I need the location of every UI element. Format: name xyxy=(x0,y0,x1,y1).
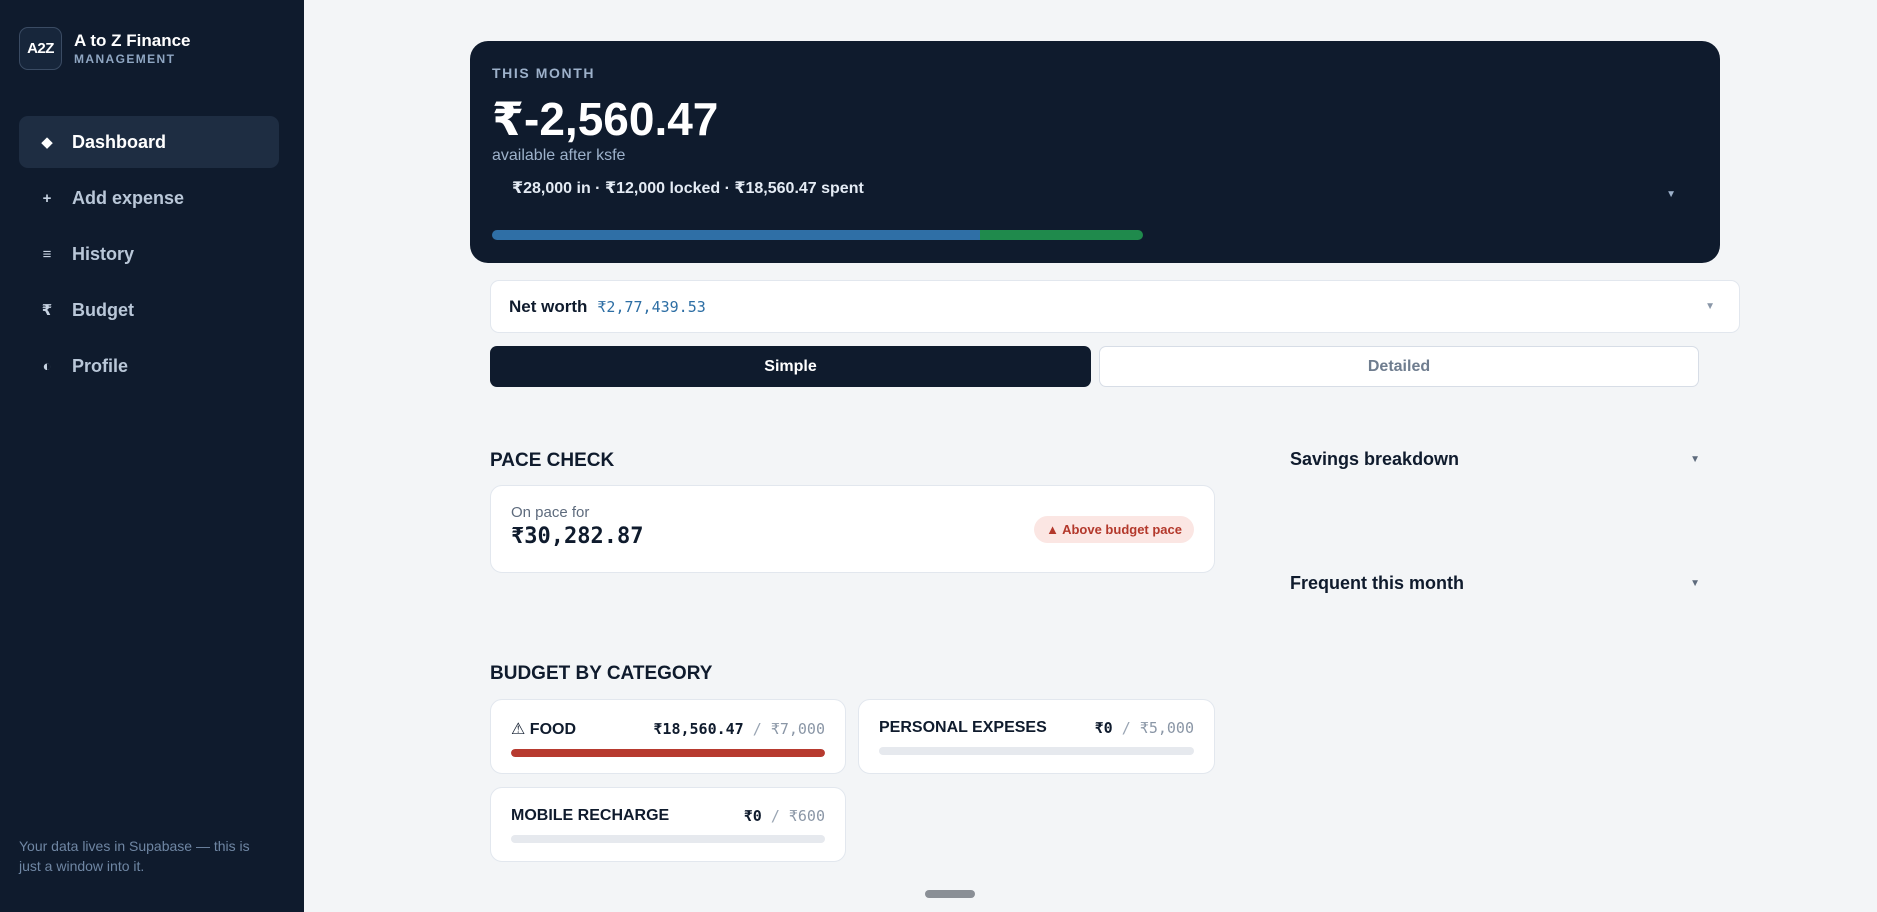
progress-locked-segment xyxy=(492,230,981,240)
budget-category-title: BUDGET BY CATEGORY xyxy=(490,663,713,684)
nav-item-budget[interactable]: ₹ Budget xyxy=(19,284,279,336)
progress-spent-segment xyxy=(980,230,1143,240)
pace-card: On pace for ₹30,282.87 ▲ Above budget pa… xyxy=(490,485,1215,573)
rupee-icon: ₹ xyxy=(41,302,53,319)
pace-check-title: PACE CHECK xyxy=(490,450,615,471)
budget-card-mobile-recharge[interactable]: MOBILE RECHARGE ₹0 / ₹600 xyxy=(490,787,846,862)
month-progress-bar xyxy=(492,230,1143,240)
category-spent: ₹0 xyxy=(1094,719,1113,737)
chevron-down-icon: ▼ xyxy=(1690,454,1700,465)
savings-breakdown-label: Savings breakdown xyxy=(1290,449,1460,469)
category-limit: ₹7,000 xyxy=(770,720,825,738)
brand[interactable]: A2Z A to Z Finance MANAGEMENT xyxy=(19,27,191,70)
category-name: ⚠ FOOD xyxy=(511,721,577,738)
sidebar-footer-note: Your data lives in Supabase — this is ju… xyxy=(19,838,250,874)
category-progress-fill xyxy=(511,749,825,757)
scroll-handle[interactable] xyxy=(925,890,975,898)
nav-item-label: History xyxy=(72,243,135,264)
nav-item-profile[interactable]: ◐ Profile xyxy=(19,340,279,392)
brand-logo: A2Z xyxy=(19,27,62,70)
category-amount: ₹18,560.47 / ₹7,000 xyxy=(653,720,825,738)
networth-label: Net worth xyxy=(509,296,588,316)
half-circle-icon: ◐ xyxy=(42,357,52,375)
networth-value: ₹2,77,439.53 xyxy=(597,297,706,316)
budget-card-personal-expenses[interactable]: PERSONAL EXPESES ₹0 / ₹5,000 xyxy=(858,699,1215,774)
list-icon: ≡ xyxy=(42,245,52,263)
plus-icon: + xyxy=(42,189,52,207)
chevron-down-icon: ▼ xyxy=(1690,578,1700,589)
budget-card-food[interactable]: ⚠ FOOD ₹18,560.47 / ₹7,000 xyxy=(490,699,846,774)
category-progress-bar xyxy=(511,835,825,843)
brand-subtitle: MANAGEMENT xyxy=(74,51,176,66)
nav-item-dashboard[interactable]: ◆ Dashboard xyxy=(19,116,279,168)
view-simple-button[interactable]: Simple xyxy=(490,346,1091,387)
sidebar: A2Z A to Z Finance MANAGEMENT ◆ Dashboar… xyxy=(0,0,304,912)
category-amount: ₹0 / ₹5,000 xyxy=(1094,719,1194,737)
frequent-month-label: Frequent this month xyxy=(1290,573,1464,593)
category-progress-bar xyxy=(511,749,825,757)
category-spent: ₹18,560.47 xyxy=(653,720,744,738)
month-summary-card[interactable]: THIS MONTH ₹-2,560.47 available after ks… xyxy=(470,41,1720,263)
pace-status-badge: ▲ Above budget pace xyxy=(1034,516,1194,543)
month-eyebrow: THIS MONTH xyxy=(492,65,596,81)
category-name: MOBILE RECHARGE xyxy=(511,807,670,824)
category-name: PERSONAL EXPESES xyxy=(879,719,1047,736)
category-amount: ₹0 / ₹600 xyxy=(743,807,825,825)
month-breakdown: ₹28,000 in · ₹12,000 locked · ₹18,560.47… xyxy=(512,180,864,197)
category-spent: ₹0 xyxy=(743,807,762,825)
frequent-month-toggle[interactable]: Frequent this month ▼ xyxy=(1290,573,1700,594)
chevron-down-icon[interactable]: ▼ xyxy=(1705,301,1715,312)
brand-title: A to Z Finance xyxy=(74,30,191,50)
nav-item-history[interactable]: ≡ History xyxy=(19,228,279,280)
savings-breakdown-toggle[interactable]: Savings breakdown ▼ xyxy=(1290,449,1700,470)
sidebar-nav: ◆ Dashboard + Add expense ≡ History ₹ Bu… xyxy=(19,116,279,396)
nav-item-label: Add expense xyxy=(72,187,185,208)
nav-item-label: Budget xyxy=(72,299,134,320)
category-progress-bar xyxy=(879,747,1194,755)
nav-item-label: Profile xyxy=(72,355,129,376)
nav-item-label: Dashboard xyxy=(72,131,167,152)
view-detailed-button[interactable]: Detailed xyxy=(1099,346,1699,387)
category-limit: ₹5,000 xyxy=(1139,719,1194,737)
brand-text: A to Z Finance MANAGEMENT xyxy=(74,31,191,67)
available-amount: ₹-2,560.47 xyxy=(492,93,719,145)
category-limit: ₹600 xyxy=(788,807,825,825)
available-caption: available after ksfe xyxy=(492,147,626,164)
chevron-down-icon[interactable]: ▼ xyxy=(1666,189,1676,200)
nav-item-add-expense[interactable]: + Add expense xyxy=(19,172,279,224)
diamond-icon: ◆ xyxy=(41,134,53,151)
networth-row[interactable]: Net worth ₹2,77,439.53 ▼ xyxy=(490,280,1740,333)
